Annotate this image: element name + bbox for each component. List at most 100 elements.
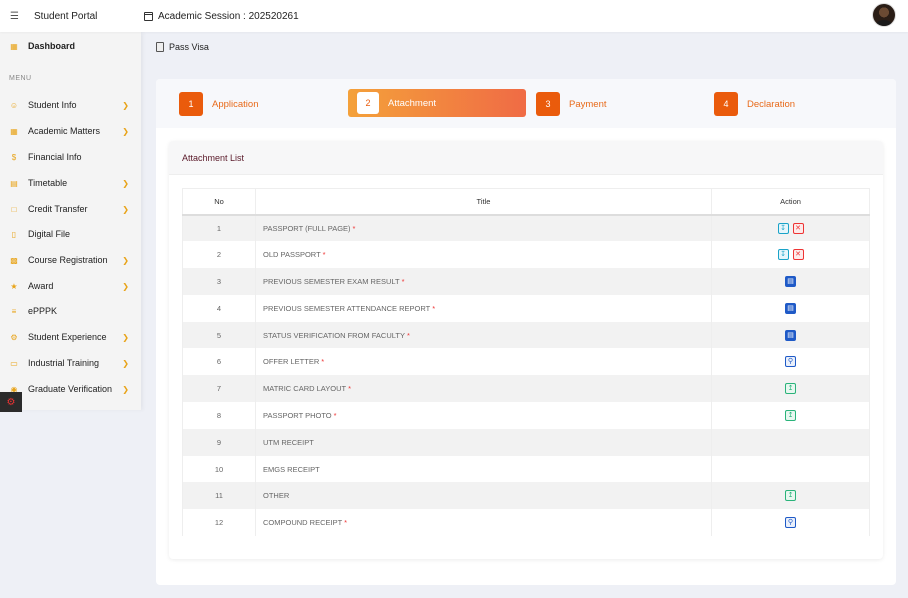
row-actions: ↧ ✕ bbox=[711, 241, 870, 269]
row-title-text: PREVIOUS SEMESTER EXAM RESULT bbox=[263, 276, 400, 286]
file-icon[interactable]: ▤ bbox=[785, 275, 796, 287]
sidebar-item-timetable[interactable]: ▤ Timetable ❯ bbox=[0, 173, 141, 193]
download-icon[interactable]: ↧ bbox=[777, 249, 789, 261]
sidebar-item-course-registration[interactable]: ▩ Course Registration ❯ bbox=[0, 250, 141, 270]
row-title: OTHER bbox=[255, 482, 712, 510]
sidebar-item-label: Financial Info bbox=[28, 152, 82, 162]
required-marker: * bbox=[352, 223, 356, 233]
upload-icon[interactable]: ↥ bbox=[785, 490, 796, 502]
row-title: UTM RECEIPT bbox=[255, 428, 712, 456]
sidebar-item-dashboard[interactable]: ▦ Dashboard bbox=[0, 36, 141, 56]
top-header: ☰ Student Portal Academic Session : 2025… bbox=[0, 0, 908, 32]
dashboard-icon: ▦ bbox=[10, 41, 18, 51]
row-number: 3 bbox=[182, 268, 256, 295]
sidebar-item-student-info[interactable]: ☺ Student Info ❯ bbox=[0, 95, 141, 115]
required-marker: * bbox=[406, 330, 410, 340]
file-icon[interactable]: ▤ bbox=[785, 329, 796, 341]
row-number: 10 bbox=[182, 455, 256, 483]
search-icon[interactable]: ⚲ bbox=[785, 356, 796, 368]
table-row: 5 STATUS VERIFICATION FROM FACULTY * ▤ bbox=[182, 321, 870, 349]
row-title-text: EMGS RECEIPT bbox=[263, 464, 320, 474]
row-actions: ⚲ bbox=[711, 348, 870, 376]
sidebar-item-student-experience[interactable]: ⚙ Student Experience ❯ bbox=[0, 327, 141, 347]
trash-icon[interactable]: ✕ bbox=[792, 222, 804, 234]
row-title: STATUS VERIFICATION FROM FACULTY * bbox=[255, 321, 712, 349]
sidebar-item-financial-info[interactable]: $ Financial Info bbox=[0, 147, 141, 167]
search-icon[interactable]: ⚲ bbox=[785, 517, 796, 529]
chevron-right-icon: ❯ bbox=[122, 333, 129, 342]
column-header-title: Title bbox=[255, 188, 712, 216]
chevron-right-icon: ❯ bbox=[122, 205, 129, 214]
step-declaration[interactable]: 4 Declaration bbox=[714, 91, 795, 117]
row-number: 8 bbox=[182, 402, 256, 429]
grid-icon: ▦ bbox=[10, 126, 18, 136]
row-actions: ▤ bbox=[711, 294, 870, 322]
chevron-right-icon: ❯ bbox=[122, 256, 129, 265]
step-application[interactable]: 1 Application bbox=[179, 91, 258, 117]
row-title: OFFER LETTER * bbox=[255, 348, 712, 376]
award-icon: ★ bbox=[10, 281, 18, 291]
hamburger-menu-icon[interactable]: ☰ bbox=[10, 11, 30, 22]
row-title: MATRIC CARD LAYOUT * bbox=[255, 375, 712, 403]
required-marker: * bbox=[432, 303, 436, 313]
step-label: Attachment bbox=[388, 97, 437, 109]
file-icon: ▯ bbox=[11, 229, 17, 239]
main-card: 1 Application 2 Attachment 3 Payment 4 Declarat… bbox=[156, 79, 896, 585]
step-label: Payment bbox=[569, 98, 607, 110]
upload-icon[interactable]: ↥ bbox=[785, 409, 796, 421]
sidebar-item-epppk[interactable]: ≡ ePPPK bbox=[0, 301, 141, 321]
table-row: 8 PASSPORT PHOTO * ↥ bbox=[182, 402, 870, 429]
row-actions: ↥ bbox=[711, 375, 870, 403]
step-label: Application bbox=[212, 98, 259, 110]
avatar[interactable] bbox=[872, 3, 896, 27]
sidebar-item-award[interactable]: ★ Award ❯ bbox=[0, 276, 141, 296]
table-row: 2 OLD PASSPORT * ↧ ✕ bbox=[182, 241, 870, 269]
chevron-right-icon: ❯ bbox=[122, 385, 129, 394]
step-payment[interactable]: 3 Payment bbox=[536, 91, 607, 117]
file-icon[interactable]: ▤ bbox=[785, 302, 796, 314]
row-actions: ▤ bbox=[711, 321, 870, 349]
chevron-right-icon: ❯ bbox=[122, 359, 129, 368]
calendar-icon: ▤ bbox=[10, 178, 18, 188]
row-number: 1 bbox=[182, 214, 256, 242]
row-title: PREVIOUS SEMESTER ATTENDANCE REPORT * bbox=[255, 294, 712, 322]
table-row: 9 UTM RECEIPT bbox=[182, 428, 870, 456]
row-number: 2 bbox=[182, 241, 256, 269]
document-icon bbox=[156, 42, 164, 52]
row-number: 11 bbox=[182, 482, 256, 510]
floating-shortcut-icon[interactable]: ⚙ bbox=[0, 392, 22, 412]
column-header-action: Action bbox=[711, 188, 870, 216]
sidebar-item-label: Course Registration bbox=[28, 255, 108, 265]
row-actions: ↥ bbox=[711, 482, 870, 510]
trash-icon[interactable]: ✕ bbox=[792, 249, 804, 261]
step-attachment[interactable]: 2 Attachment bbox=[348, 89, 526, 117]
upload-icon[interactable]: ↥ bbox=[785, 383, 796, 395]
sidebar-item-label: Student Experience bbox=[28, 332, 107, 342]
gear-icon: ⚙ bbox=[10, 332, 18, 342]
row-number: 5 bbox=[182, 321, 256, 349]
sidebar-item-label: Credit Transfer bbox=[28, 204, 88, 214]
chevron-right-icon: ❯ bbox=[122, 179, 129, 188]
academic-session-label: Academic Session : 202520261 bbox=[158, 10, 299, 22]
sidebar-item-digital-file[interactable]: ▯ Digital File bbox=[0, 224, 141, 244]
document-icon: □ bbox=[11, 204, 17, 214]
required-marker: * bbox=[333, 410, 337, 420]
monitor-icon: ▭ bbox=[10, 358, 18, 368]
table-row: 3 PREVIOUS SEMESTER EXAM RESULT * ▤ bbox=[182, 268, 870, 295]
download-icon[interactable]: ↧ bbox=[777, 222, 789, 234]
breadcrumb-label: Pass Visa bbox=[169, 42, 209, 52]
row-title: PASSPORT (FULL PAGE) * bbox=[255, 214, 712, 242]
sidebar-item-industrial-training[interactable]: ▭ Industrial Training ❯ bbox=[0, 353, 141, 373]
stepper: 1 Application 2 Attachment 3 Payment 4 Declarat… bbox=[156, 79, 896, 128]
sidebar-item-credit-transfer[interactable]: □ Credit Transfer ❯ bbox=[0, 199, 141, 219]
sidebar-item-label: Dashboard bbox=[28, 41, 76, 51]
step-number: 3 bbox=[536, 92, 560, 116]
sidebar-item-academic-matters[interactable]: ▦ Academic Matters ❯ bbox=[0, 121, 141, 141]
required-marker: * bbox=[348, 384, 351, 394]
row-number: 12 bbox=[182, 509, 256, 537]
sidebar: ▦ Dashboard MENU ☺ Student Info ❯ ▦ Academic… bbox=[0, 32, 141, 410]
breadcrumb: Pass Visa bbox=[156, 42, 209, 52]
chevron-right-icon: ❯ bbox=[122, 127, 129, 136]
sidebar-item-label: Digital File bbox=[28, 229, 71, 239]
step-number: 1 bbox=[179, 92, 203, 116]
